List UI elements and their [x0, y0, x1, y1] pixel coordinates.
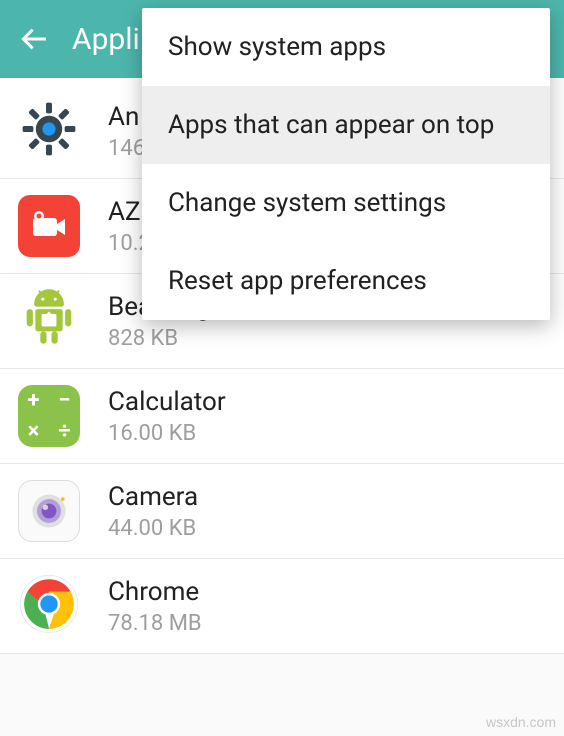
- android-icon: [18, 290, 80, 352]
- app-size: 44.00 KB: [108, 516, 546, 541]
- back-icon[interactable]: [18, 23, 50, 55]
- app-text: Chrome 78.18 MB: [108, 577, 546, 636]
- app-item-calculator[interactable]: +−×÷ Calculator 16.00 KB: [0, 369, 564, 464]
- app-size: 78.18 MB: [108, 611, 546, 636]
- camera-icon: [18, 480, 80, 542]
- overflow-menu: Show system apps Apps that can appear on…: [142, 8, 550, 320]
- app-item-camera[interactable]: Camera 44.00 KB: [0, 464, 564, 559]
- app-item-chrome[interactable]: Chrome 78.18 MB: [0, 559, 564, 654]
- app-text: Calculator 16.00 KB: [108, 387, 546, 446]
- settings-gear-icon: [18, 100, 80, 162]
- app-name: Camera: [108, 482, 546, 512]
- chrome-icon: [18, 575, 80, 637]
- menu-item-show-system-apps[interactable]: Show system apps: [142, 8, 550, 86]
- app-size: 16.00 KB: [108, 421, 546, 446]
- page-title: Appli: [72, 22, 140, 57]
- menu-item-apps-on-top[interactable]: Apps that can appear on top: [142, 86, 550, 164]
- menu-item-reset-app-preferences[interactable]: Reset app preferences: [142, 242, 550, 320]
- app-name: Calculator: [108, 387, 546, 417]
- calculator-icon: +−×÷: [18, 385, 80, 447]
- app-text: Camera 44.00 KB: [108, 482, 546, 541]
- watermark: wsxdn.com: [486, 714, 556, 730]
- app-name: Chrome: [108, 577, 546, 607]
- recorder-icon: [18, 195, 80, 257]
- menu-item-change-system-settings[interactable]: Change system settings: [142, 164, 550, 242]
- app-size: 828 KB: [108, 326, 546, 351]
